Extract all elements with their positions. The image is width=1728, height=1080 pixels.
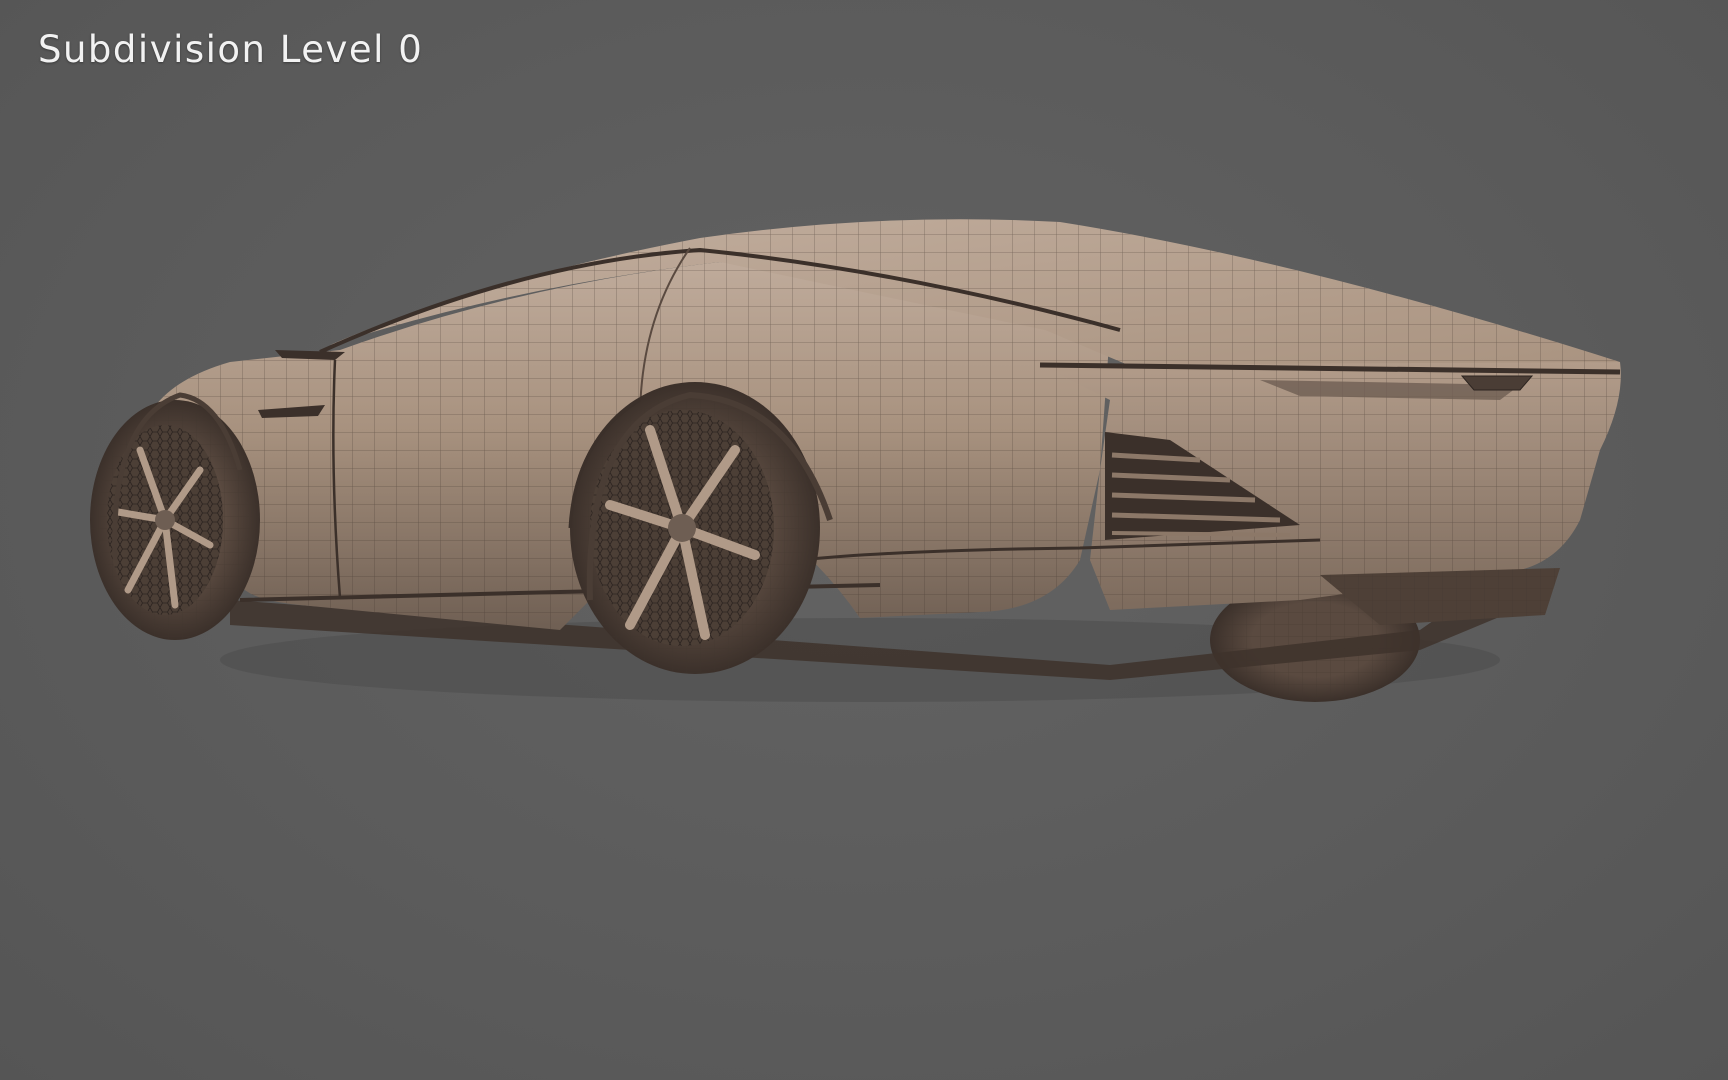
- rear-near-wheel: [568, 382, 820, 674]
- 3d-viewport[interactable]: Subdivision Level 0: [0, 0, 1728, 1080]
- rear-emblem: [1460, 375, 1534, 391]
- car-wireframe-render: [90, 219, 1621, 702]
